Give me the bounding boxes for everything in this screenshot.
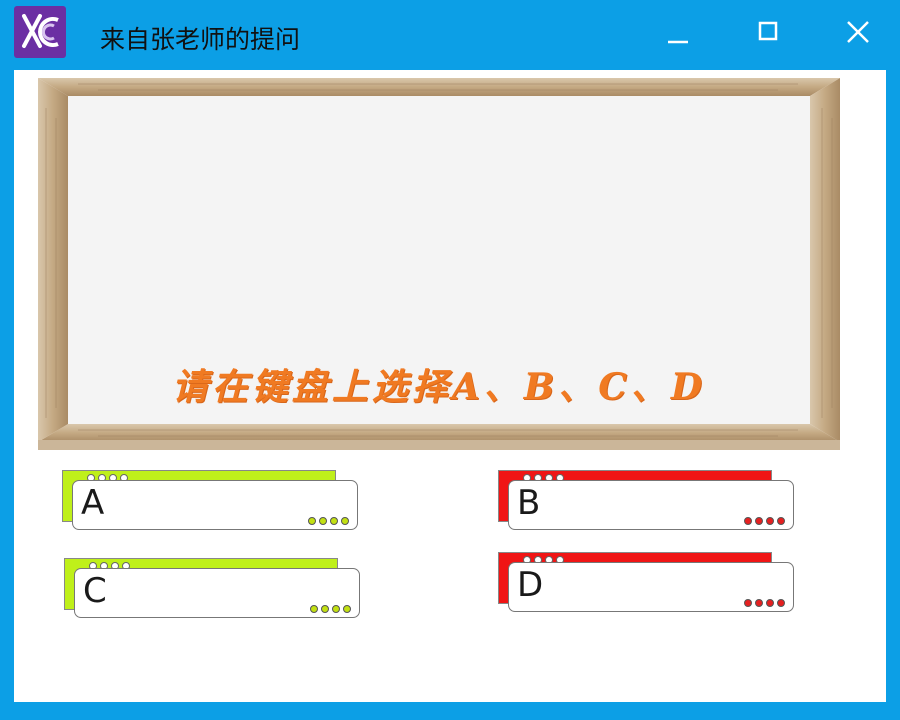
- title-bar: 来自张老师的提问: [0, 0, 900, 70]
- minimize-button[interactable]: [656, 14, 700, 54]
- close-button[interactable]: [836, 14, 880, 54]
- maximize-icon: [758, 21, 778, 41]
- option-b-panel: B: [508, 480, 794, 530]
- option-b-label: B: [517, 483, 541, 523]
- option-d-panel: D: [508, 562, 794, 612]
- dots-icon: [744, 517, 785, 525]
- xc-logo-icon: [14, 6, 66, 58]
- option-a-panel: A: [72, 480, 358, 530]
- dots-icon: [744, 599, 785, 607]
- window-title: 来自张老师的提问: [100, 25, 301, 54]
- dots-icon: [308, 517, 349, 525]
- option-c-panel: C: [74, 568, 360, 618]
- minimize-icon: [668, 40, 688, 44]
- board-instruction: 请在键盘上选择A、B、C、D: [171, 366, 707, 408]
- maximize-button[interactable]: [746, 14, 790, 54]
- dots-icon: [310, 605, 351, 613]
- close-icon: [847, 21, 869, 43]
- option-d-label: D: [517, 565, 544, 605]
- option-a-label: A: [81, 483, 105, 523]
- option-c-label: C: [83, 571, 107, 611]
